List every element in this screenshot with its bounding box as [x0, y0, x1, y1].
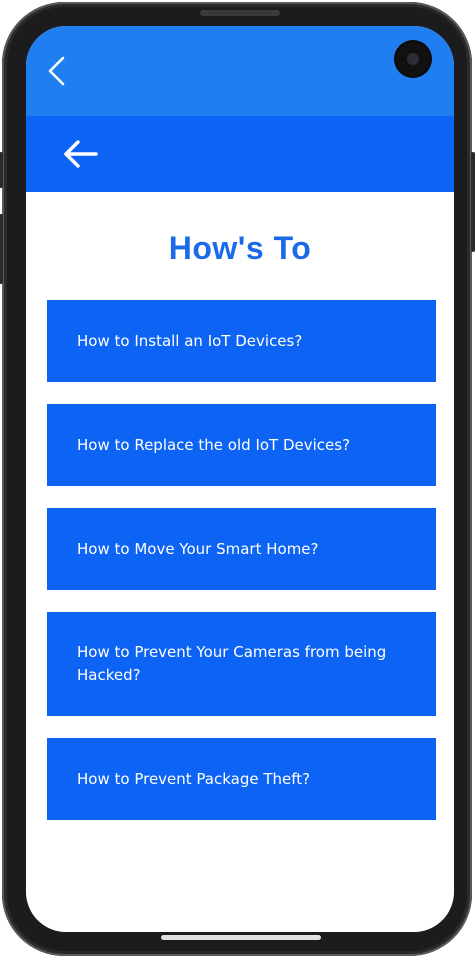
arrow-left-icon[interactable] [62, 138, 100, 170]
howto-item-label: How to Prevent Your Cameras from being H… [77, 643, 387, 684]
howto-item-label: How to Install an IoT Devices? [77, 331, 303, 350]
phone-frame: How's To How to Install an IoT Devices? … [0, 2, 475, 956]
status-bar [26, 26, 454, 116]
phone-screen: How's To How to Install an IoT Devices? … [26, 26, 454, 932]
howto-item-label: How to Prevent Package Theft? [77, 769, 311, 788]
volume-up-button [0, 152, 3, 188]
howto-item-install[interactable]: How to Install an IoT Devices? [47, 300, 436, 382]
volume-down-button [0, 214, 3, 284]
howto-item-label: How to Move Your Smart Home? [77, 539, 319, 558]
page-title: How's To [168, 230, 312, 266]
howto-item-cameras[interactable]: How to Prevent Your Cameras from being H… [47, 612, 436, 716]
power-button [471, 152, 475, 252]
howto-item-label: How to Replace the old IoT Devices? [77, 435, 351, 454]
app-header [26, 116, 454, 192]
howto-item-move[interactable]: How to Move Your Smart Home? [47, 508, 436, 590]
howto-item-replace[interactable]: How to Replace the old IoT Devices? [47, 404, 436, 486]
earpiece-speaker [200, 10, 280, 16]
home-indicator[interactable] [161, 935, 321, 940]
chevron-left-icon[interactable] [44, 54, 68, 88]
front-camera-icon [396, 42, 430, 76]
howto-item-package-theft[interactable]: How to Prevent Package Theft? [47, 738, 436, 820]
